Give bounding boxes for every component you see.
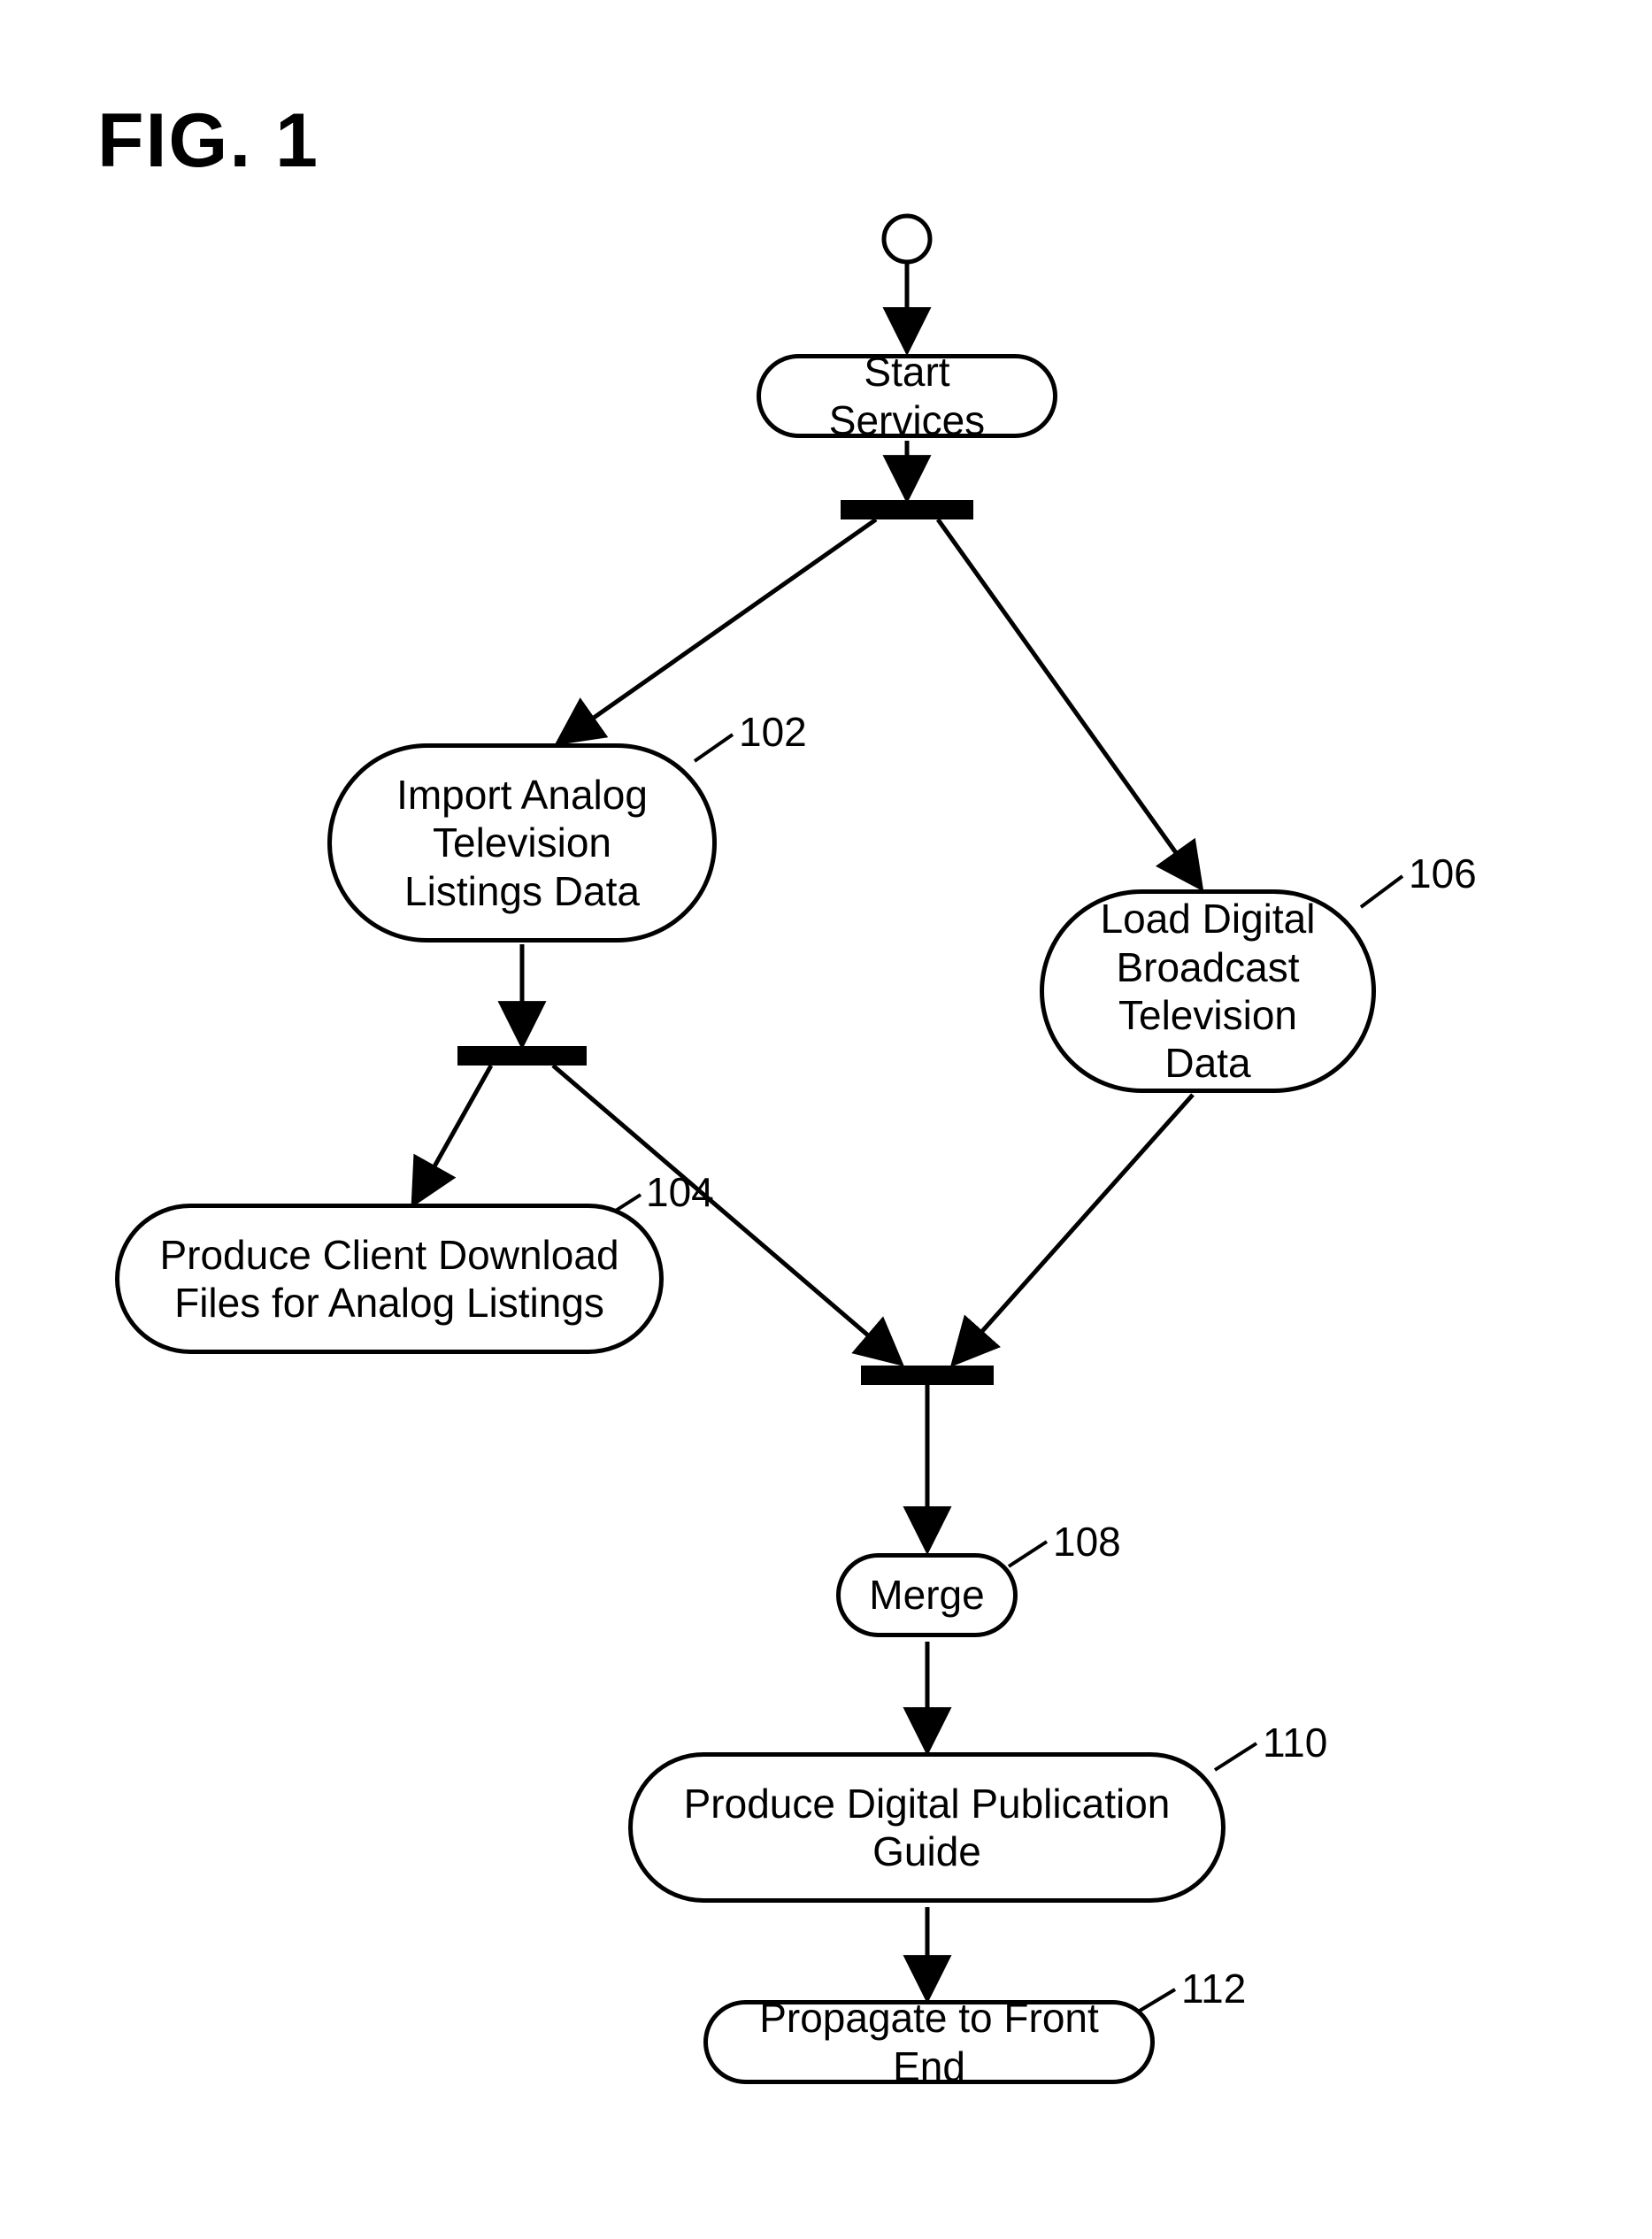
- figure-page: FIG. 1: [0, 0, 1652, 2239]
- fork-bar-1-icon: [841, 500, 973, 519]
- node-112: Propagate to Front End: [703, 2000, 1155, 2084]
- node-110: Produce Digital Publication Guide: [628, 1752, 1226, 1903]
- leader-108: [1009, 1542, 1047, 1566]
- ref-106: 106: [1409, 850, 1477, 897]
- node-102-label: Import Analog Television Listings Data: [358, 771, 686, 915]
- node-108: Merge: [836, 1553, 1018, 1637]
- edge-fork2-to-104: [415, 1066, 491, 1201]
- start-circle-icon: [884, 216, 930, 262]
- ref-112: 112: [1181, 1965, 1246, 2012]
- node-104: Produce Client Download Files for Analog…: [115, 1204, 664, 1354]
- edge-106-to-merge: [956, 1095, 1193, 1361]
- leader-106: [1361, 876, 1402, 907]
- leader-102: [695, 735, 733, 761]
- node-start-services-label: Start Services: [788, 348, 1026, 444]
- node-106: Load Digital Broadcast Television Data: [1040, 889, 1376, 1093]
- edge-fork1-to-102: [561, 519, 876, 741]
- node-108-label: Merge: [869, 1571, 984, 1619]
- node-106-label: Load Digital Broadcast Television Data: [1080, 895, 1336, 1087]
- ref-108: 108: [1053, 1518, 1121, 1566]
- leader-110: [1215, 1743, 1256, 1770]
- node-start-services: Start Services: [757, 354, 1057, 438]
- ref-110: 110: [1263, 1719, 1327, 1766]
- node-112-label: Propagate to Front End: [734, 1994, 1124, 2090]
- leader-112: [1135, 1989, 1175, 2013]
- edge-fork1-to-106: [938, 519, 1199, 885]
- fork-bar-2-icon: [457, 1046, 587, 1066]
- node-102: Import Analog Television Listings Data: [327, 743, 717, 943]
- join-bar-icon: [861, 1366, 994, 1385]
- node-110-label: Produce Digital Publication Guide: [659, 1780, 1195, 1876]
- connectors-overlay: [0, 0, 1652, 2239]
- figure-title: FIG. 1: [97, 97, 319, 185]
- node-104-label: Produce Client Download Files for Analog…: [146, 1231, 633, 1327]
- ref-102: 102: [739, 708, 807, 756]
- ref-104: 104: [646, 1168, 714, 1216]
